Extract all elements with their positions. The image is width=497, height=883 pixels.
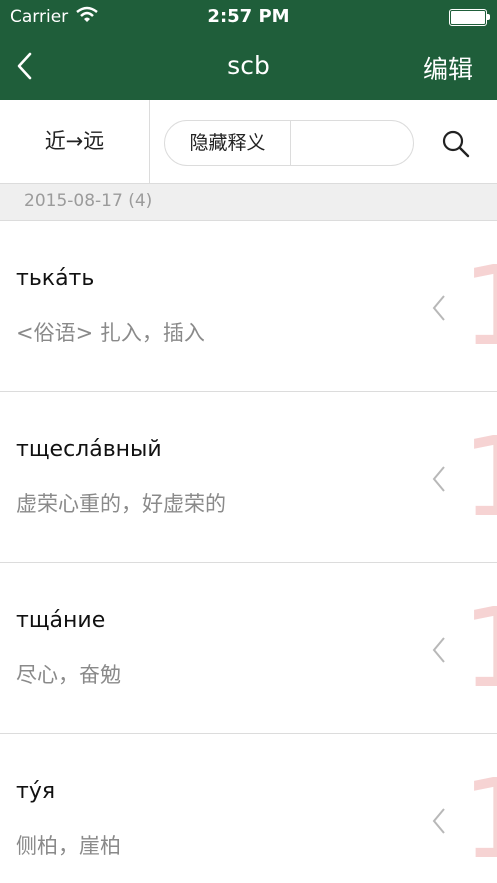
word-text: тька́ть [16, 266, 95, 291]
section-label: 2015-08-17 (4) [24, 191, 153, 211]
sort-order-button[interactable]: 近→远 [0, 100, 150, 183]
empty-segment[interactable] [291, 121, 413, 165]
word-row[interactable]: тща́ние 尽心，奋勉 1 [0, 563, 497, 734]
date-section-header: 2015-08-17 (4) [0, 184, 497, 221]
definition-text: 侧柏，崖柏 [16, 834, 121, 858]
familiarity-marker: 1 [462, 422, 497, 532]
definition-filter-segment: 隐藏释义 [164, 120, 414, 166]
word-row[interactable]: тька́ть <俗语> 扎入，插入 1 [0, 221, 497, 392]
status-bar: Carrier 2:57 PM [0, 0, 497, 34]
chevron-left-icon [432, 808, 445, 834]
status-time: 2:57 PM [207, 6, 290, 27]
word-row[interactable]: ту́я 侧柏，崖柏 1 [0, 734, 497, 883]
chevron-left-icon [432, 637, 445, 663]
definition-text: 虚荣心重的，好虚荣的 [16, 492, 226, 516]
definition-text: <俗语> 扎入，插入 [16, 321, 205, 345]
word-text: ту́я [16, 779, 56, 804]
chevron-left-icon [432, 466, 445, 492]
edit-button[interactable]: 编辑 [423, 50, 473, 86]
familiarity-marker: 1 [462, 764, 497, 874]
chevron-left-icon [432, 295, 445, 321]
search-icon[interactable] [440, 128, 472, 160]
hide-definition-segment[interactable]: 隐藏释义 [165, 121, 291, 165]
familiarity-marker: 1 [462, 251, 497, 361]
filter-toolbar: 近→远 隐藏释义 [0, 100, 497, 184]
familiarity-marker: 1 [462, 593, 497, 703]
definition-text: 尽心，奋勉 [16, 663, 121, 687]
word-text: тщесла́вный [16, 437, 162, 462]
word-row[interactable]: тщесла́вный 虚荣心重的，好虚荣的 1 [0, 392, 497, 563]
navigation-bar: scb 编辑 [0, 34, 497, 100]
app-header: Carrier 2:57 PM scb 编辑 [0, 0, 497, 100]
word-text: тща́ние [16, 608, 106, 633]
battery-icon [449, 9, 490, 26]
